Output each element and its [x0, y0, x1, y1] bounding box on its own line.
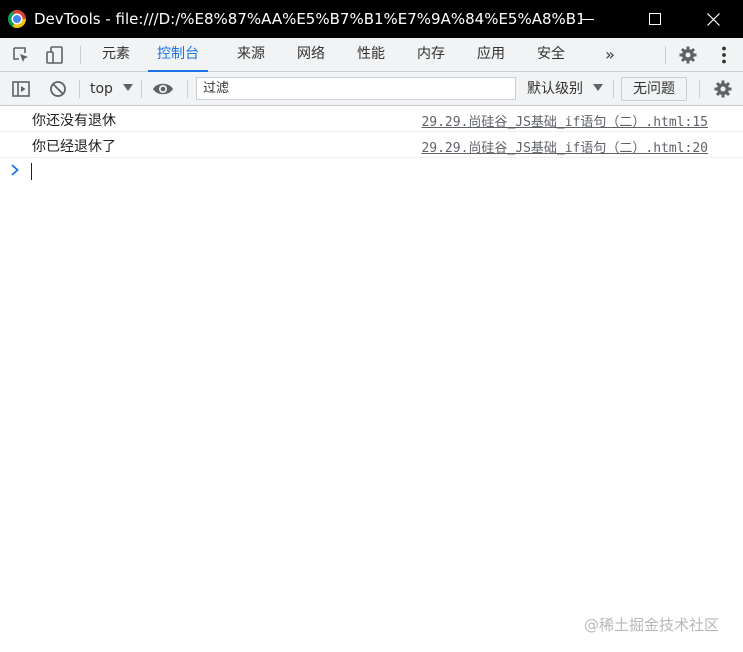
message-source-link[interactable]: 29.29.尚硅谷_JS基础_if语句（二）.html:20 [421, 137, 708, 156]
console-prompt[interactable] [0, 158, 743, 184]
context-label: top [90, 81, 113, 97]
kebab-menu-icon [722, 46, 726, 64]
tab-application[interactable]: 应用 [476, 38, 506, 71]
divider [613, 80, 614, 98]
close-icon [706, 12, 720, 26]
message-source-link[interactable]: 29.29.尚硅谷_JS基础_if语句（二）.html:15 [421, 111, 708, 130]
log-levels-label: 默认级别 [527, 81, 583, 97]
chrome-icon [8, 10, 26, 28]
divider [80, 46, 81, 64]
maximize-button[interactable] [632, 0, 678, 38]
inspect-icon [13, 47, 28, 62]
minimize-icon [582, 18, 594, 20]
more-tabs-button[interactable]: » [600, 38, 620, 71]
sidebar-toggle-icon [12, 81, 30, 97]
eye-icon [153, 83, 173, 95]
device-toggle-icon [46, 46, 63, 64]
divider [665, 46, 666, 64]
issues-button[interactable]: 无问题 [621, 77, 687, 101]
sidebar-toggle-button[interactable] [10, 78, 32, 100]
message-text: 你还没有退休 [32, 113, 116, 129]
divider [699, 80, 700, 98]
devtools-tabbar: 元素 控制台 来源 网络 性能 内存 应用 安全 » [0, 38, 743, 72]
log-levels-dropdown[interactable]: 默认级别 [527, 79, 604, 99]
watermark: @稀土掘金技术社区 [584, 616, 720, 634]
live-expression-button[interactable] [152, 78, 174, 100]
prompt-chevron-icon [11, 164, 19, 176]
text-caret [31, 163, 32, 180]
console-toolbar: top 默认级别 无问题 [0, 72, 743, 106]
tab-performance[interactable]: 性能 [356, 38, 386, 71]
console-settings-button[interactable] [712, 78, 734, 100]
divider [79, 80, 80, 98]
inspect-button[interactable] [10, 44, 32, 66]
tab-network[interactable]: 网络 [296, 38, 326, 71]
console-output: 你还没有退休 29.29.尚硅谷_JS基础_if语句（二）.html:15 你已… [0, 106, 743, 652]
maximize-icon [649, 13, 661, 25]
filter-input[interactable] [196, 77, 516, 100]
more-options-button[interactable] [713, 44, 735, 66]
divider [187, 80, 188, 98]
tab-security[interactable]: 安全 [536, 38, 566, 71]
tab-sources[interactable]: 来源 [236, 38, 266, 71]
minimize-button[interactable] [565, 0, 611, 38]
tab-memory[interactable]: 内存 [416, 38, 446, 71]
message-text: 你已经退休了 [32, 139, 116, 155]
window-title: DevTools - file:///D:/%E8%87%AA%E5%B7%B1… [34, 10, 582, 28]
title-bar: DevTools - file:///D:/%E8%87%AA%E5%B7%B1… [0, 0, 743, 38]
divider [141, 80, 142, 98]
device-toggle-button[interactable] [44, 44, 66, 66]
dropdown-arrow-icon [123, 84, 134, 91]
context-selector[interactable]: top [90, 79, 134, 99]
console-message: 你还没有退休 29.29.尚硅谷_JS基础_if语句（二）.html:15 [0, 106, 743, 132]
gear-icon [714, 80, 732, 98]
settings-button[interactable] [677, 44, 699, 66]
gear-icon [679, 46, 697, 64]
console-message: 你已经退休了 29.29.尚硅谷_JS基础_if语句（二）.html:20 [0, 132, 743, 158]
tab-console[interactable]: 控制台 [148, 38, 208, 72]
clear-console-icon [50, 81, 66, 97]
close-button[interactable] [690, 0, 736, 38]
dropdown-arrow-icon [593, 84, 604, 91]
tab-elements[interactable]: 元素 [101, 38, 131, 71]
clear-console-button[interactable] [47, 78, 69, 100]
